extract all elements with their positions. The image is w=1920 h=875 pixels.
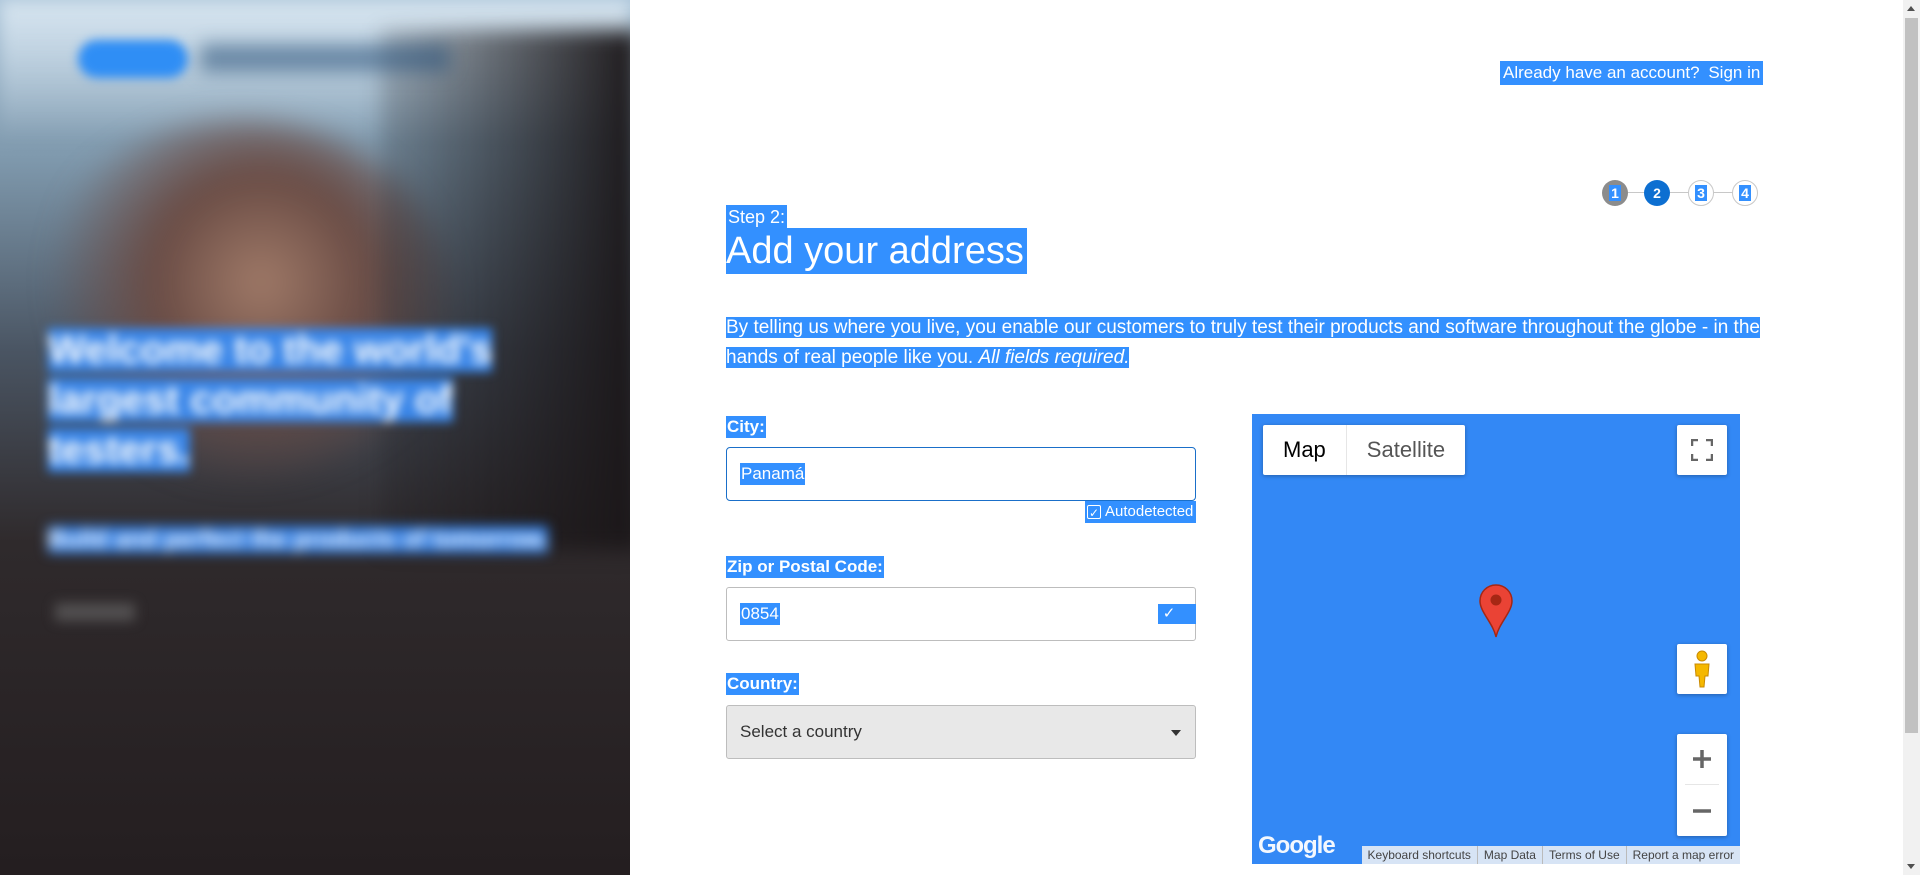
chevron-down-icon	[1171, 730, 1181, 736]
step-4: 4	[1732, 180, 1758, 206]
scrollbar-thumb[interactable]	[1905, 18, 1918, 733]
map-data-link[interactable]: Map Data	[1476, 846, 1542, 864]
hero-nav-text	[200, 44, 450, 72]
step-1: 1	[1602, 180, 1628, 206]
intro-emphasis: All fields required.	[978, 347, 1130, 368]
stepper-line	[1614, 192, 1750, 193]
fullscreen-icon	[1691, 439, 1713, 461]
page-scrollbar[interactable]	[1903, 0, 1920, 875]
map-type-satellite-button[interactable]: Satellite	[1347, 425, 1465, 475]
zip-value: 0854	[740, 603, 780, 625]
account-line: Already have an account? Sign in	[1500, 61, 1764, 85]
brand-logo[interactable]	[78, 40, 188, 78]
step-label: Step 2:	[726, 205, 788, 229]
keyboard-shortcuts-link[interactable]: Keyboard shortcuts	[1362, 846, 1477, 864]
location-map[interactable]: Map Satellite Google Keyboard shortcuts …	[1252, 414, 1740, 864]
step-2-current: 2	[1644, 180, 1670, 206]
autodetected-badge: ✓ Autodetected	[1085, 501, 1197, 523]
google-logo[interactable]: Google	[1258, 832, 1336, 860]
country-value: Select a country	[740, 722, 862, 741]
minus-icon	[1693, 809, 1711, 813]
step-3: 3	[1688, 180, 1714, 206]
hero-headline: Welcome to the world's largest community…	[48, 328, 493, 472]
terms-of-use-link[interactable]: Terms of Use	[1541, 846, 1626, 864]
map-type-control: Map Satellite	[1263, 425, 1466, 475]
city-value: Panamá	[740, 463, 806, 485]
scroll-up-arrow-icon[interactable]	[1907, 6, 1915, 11]
page-title: Add your address	[726, 228, 1027, 274]
sign-in-link[interactable]: Sign in	[1708, 63, 1760, 82]
intro-body: By telling us where you live, you enable…	[726, 317, 1760, 368]
checkbox-icon: ✓	[1087, 505, 1101, 520]
pegman-icon	[1694, 650, 1710, 688]
zoom-divider	[1685, 784, 1719, 785]
street-view-pegman[interactable]	[1677, 644, 1727, 694]
map-pin-icon	[1479, 584, 1513, 638]
fullscreen-button[interactable]	[1677, 425, 1727, 475]
plus-icon	[1693, 750, 1711, 768]
hero-subline: Build and perfect the products of tomorr…	[48, 526, 549, 553]
zip-valid-indicator: ✓	[1158, 604, 1196, 624]
progress-stepper: 1 2 3 4	[1602, 180, 1762, 206]
city-input[interactable]: Panamá	[726, 447, 1196, 501]
zoom-out-button[interactable]	[1677, 786, 1727, 836]
report-map-error-link[interactable]: Report a map error	[1625, 846, 1740, 864]
country-select[interactable]: Select a country	[726, 705, 1196, 759]
zip-input[interactable]: 0854 ✓	[726, 587, 1196, 641]
city-label: City:	[726, 416, 766, 438]
account-prompt: Already have an account?	[1503, 63, 1700, 82]
zoom-in-button[interactable]	[1677, 734, 1727, 784]
country-label: Country:	[726, 673, 799, 695]
zoom-control	[1677, 734, 1727, 836]
map-footer: Keyboard shortcuts Map Data Terms of Use…	[1361, 846, 1740, 864]
autodetected-label: Autodetected	[1105, 503, 1194, 520]
hero-panel: Welcome to the world's largest community…	[0, 0, 630, 875]
intro-text: By telling us where you live, you enable…	[726, 313, 1761, 373]
zip-label: Zip or Postal Code:	[726, 556, 884, 578]
map-type-map-button[interactable]: Map	[1263, 425, 1347, 475]
hero-caption	[55, 603, 135, 621]
scroll-down-arrow-icon[interactable]	[1907, 864, 1915, 869]
check-icon: ✓	[1162, 605, 1176, 622]
